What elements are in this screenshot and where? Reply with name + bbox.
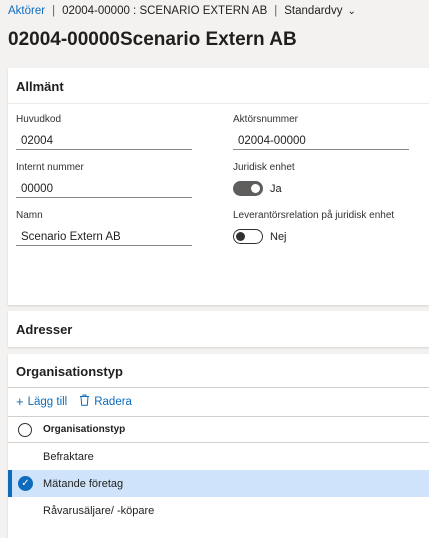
addresses-section-header[interactable]: Adresser xyxy=(8,311,429,347)
row-cell-org-type: Befraktare xyxy=(43,450,94,463)
delete-button[interactable]: Radera xyxy=(79,394,132,409)
name-field: Namn xyxy=(16,210,192,246)
breadcrumb-separator: | xyxy=(274,5,278,17)
view-selector[interactable]: Standardvy ⌄ xyxy=(284,5,356,17)
legal-entity-label: Juridisk enhet xyxy=(233,162,295,173)
breadcrumb-root-link[interactable]: Aktörer xyxy=(8,5,45,17)
org-type-section: Organisationstyp + Lägg till Radera Orga… xyxy=(8,354,429,538)
row-cell-org-type: Råvarusäljare/ -köpare xyxy=(43,504,155,517)
add-button[interactable]: + Lägg till xyxy=(16,394,67,409)
legal-entity-state: Ja xyxy=(270,182,282,195)
supplier-relation-toggle[interactable] xyxy=(233,229,263,244)
supplier-relation-state: Nej xyxy=(270,230,287,243)
actor-number-field: Aktörsnummer xyxy=(233,114,409,150)
internal-number-label: Internt nummer xyxy=(16,162,84,173)
general-section: Allmänt Huvudkod Internt nummer Namn Akt… xyxy=(8,68,429,305)
addresses-section: Adresser xyxy=(8,311,429,347)
table-row[interactable]: Råvarusäljare/ -köpare xyxy=(8,497,429,524)
org-type-grid: Organisationstyp Befraktare ✓ Mätande fö… xyxy=(8,416,429,524)
plus-icon: + xyxy=(16,394,24,409)
org-type-toolbar: + Lägg till Radera xyxy=(16,394,132,409)
name-input[interactable] xyxy=(16,224,192,246)
actor-number-label: Aktörsnummer xyxy=(233,114,299,125)
legal-entity-field: Juridisk enhet Ja xyxy=(233,162,295,196)
checkmark-icon[interactable]: ✓ xyxy=(18,476,33,491)
page-title: 02004-00000Scenario Extern AB xyxy=(8,29,297,50)
main-code-label: Huvudkod xyxy=(16,114,62,125)
select-all-radio[interactable] xyxy=(18,422,32,437)
main-code-field: Huvudkod xyxy=(16,114,192,150)
table-row[interactable]: ✓ Mätande företag xyxy=(8,470,429,497)
breadcrumb-record: 02004-00000 : SCENARIO EXTERN AB xyxy=(62,5,268,17)
legal-entity-toggle[interactable] xyxy=(233,181,263,196)
delete-button-label: Radera xyxy=(94,395,132,408)
breadcrumb-separator: | xyxy=(52,5,56,17)
main-code-input[interactable] xyxy=(16,128,192,150)
table-row[interactable]: Befraktare xyxy=(8,443,429,470)
chevron-down-icon: ⌄ xyxy=(347,5,356,17)
supplier-relation-label: Leverantörsrelation på juridisk enhet xyxy=(233,210,395,221)
supplier-relation-field: Leverantörsrelation på juridisk enhet Ne… xyxy=(233,210,394,244)
breadcrumb: Aktörer | 02004-00000 : SCENARIO EXTERN … xyxy=(8,5,356,17)
column-header-org-type[interactable]: Organisationstyp xyxy=(43,424,125,435)
general-section-header[interactable]: Allmänt xyxy=(8,68,429,104)
grid-header: Organisationstyp xyxy=(8,416,429,443)
org-type-section-header[interactable]: Organisationstyp xyxy=(8,354,429,388)
name-label: Namn xyxy=(16,210,43,221)
trash-icon xyxy=(79,394,90,409)
actor-number-input[interactable] xyxy=(233,128,409,150)
view-selector-label: Standardvy xyxy=(284,5,343,17)
internal-number-field: Internt nummer xyxy=(16,162,192,198)
internal-number-input[interactable] xyxy=(16,176,192,198)
add-button-label: Lägg till xyxy=(27,395,68,408)
